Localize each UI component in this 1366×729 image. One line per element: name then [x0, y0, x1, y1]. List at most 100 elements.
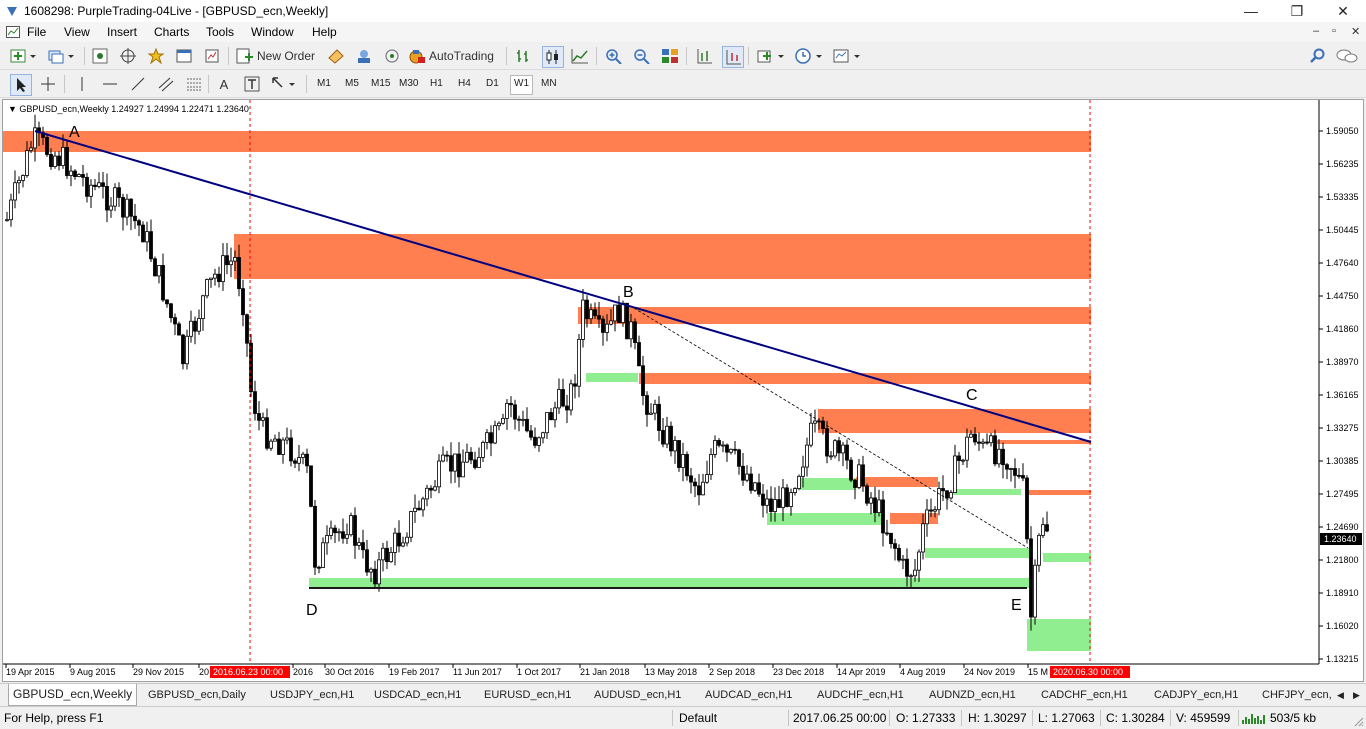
cursor-arrow-icon: [17, 78, 26, 92]
chart-window[interactable]: A B C D E ▼ GBPUSD_ecn,Weekly 1.24927 1.…: [2, 99, 1364, 682]
bar-chart-button[interactable]: [514, 46, 534, 66]
time-label: 15 M: [1028, 667, 1048, 677]
chart-shift-button[interactable]: [694, 46, 714, 66]
tile-windows-icon: [662, 49, 678, 63]
candlestick-button[interactable]: [542, 46, 564, 68]
demand-zone-15[interactable]: [309, 578, 1031, 588]
candle-body: [437, 460, 441, 488]
timeframe-m1[interactable]: M1: [314, 75, 334, 93]
supply-zone-5[interactable]: [997, 440, 1091, 444]
tab-eurusd-h1[interactable]: EURUSD_ecn,H1: [480, 686, 575, 704]
arrows-button[interactable]: [270, 74, 300, 94]
indicators-button[interactable]: [756, 46, 788, 66]
market-watch-button[interactable]: [90, 46, 110, 66]
zoom-out-button[interactable]: [632, 46, 652, 66]
equidistant-channel-button[interactable]: [156, 74, 176, 94]
crosshair-button[interactable]: [38, 74, 58, 94]
search-button[interactable]: [1308, 46, 1328, 66]
strategy-tester-button[interactable]: [202, 46, 222, 66]
tab-audcad-h1[interactable]: AUDCAD_ecn,H1: [701, 686, 796, 704]
tab-scroll-right-button[interactable]: ▶: [1349, 686, 1364, 704]
tab-usdcad-h1[interactable]: USDCAD_ecn,H1: [370, 686, 465, 704]
demand-zone-9[interactable]: [586, 373, 638, 382]
tab-audchf-h1[interactable]: AUDCHF_ecn,H1: [813, 686, 908, 704]
minimize-button[interactable]: —: [1228, 0, 1274, 22]
tab-cadchf-h1[interactable]: CADCHF_ecn,H1: [1037, 686, 1132, 704]
tab-chfjpy-h1[interactable]: CHFJPY_ecn,: [1258, 686, 1336, 704]
signals-button[interactable]: [354, 46, 374, 66]
resize-grip-icon[interactable]: [1352, 715, 1364, 727]
new-chart-button[interactable]: [8, 46, 40, 66]
mdi-close-button[interactable]: ✕: [1351, 25, 1360, 38]
autotrading-button[interactable]: AutoTrading: [408, 46, 500, 66]
candle-body: [745, 473, 749, 481]
timeframe-h1[interactable]: H1: [427, 75, 446, 93]
timeframe-m30[interactable]: M30: [396, 75, 421, 93]
candle-body: [365, 549, 369, 573]
supply-zone-1[interactable]: [234, 234, 1091, 279]
supply-zone-2[interactable]: [578, 307, 1091, 324]
tab-gbpusd-weekly[interactable]: GBPUSD_ecn,Weekly: [8, 684, 138, 706]
data-window-button[interactable]: [118, 46, 138, 66]
periods-button[interactable]: [794, 46, 826, 66]
demand-zone-11[interactable]: [767, 513, 883, 525]
maximize-button[interactable]: ❐: [1274, 0, 1320, 22]
timeframe-m15[interactable]: M15: [368, 75, 393, 93]
price-label: 1.47640: [1326, 258, 1359, 268]
demand-zone-12[interactable]: [953, 489, 1021, 495]
mdi-restore-button[interactable]: ▫: [1332, 25, 1336, 37]
tab-gbpusd-daily[interactable]: GBPUSD_ecn,Daily: [144, 686, 250, 704]
terminal-button[interactable]: [174, 46, 194, 66]
timeframe-d1[interactable]: D1: [483, 75, 502, 93]
horizontal-line-button[interactable]: [100, 74, 120, 94]
autoscroll-button[interactable]: [722, 46, 744, 68]
menu-help[interactable]: Help: [312, 25, 337, 39]
menu-window[interactable]: Window: [251, 25, 294, 39]
new-order-button[interactable]: New Order: [236, 46, 318, 66]
trendline-button[interactable]: [128, 74, 148, 94]
timeframe-mn[interactable]: MN: [538, 75, 560, 93]
demand-zone-13[interactable]: [925, 548, 1029, 558]
price-label: 1.41860: [1326, 324, 1359, 334]
candle-body: [133, 215, 137, 222]
text-label-button[interactable]: [242, 74, 262, 94]
demand-zone-14[interactable]: [1043, 553, 1091, 562]
text-button[interactable]: A: [214, 74, 234, 94]
supply-zone-0[interactable]: [3, 131, 1091, 152]
tab-usdjpy-h1[interactable]: USDJPY_ecn,H1: [266, 686, 358, 704]
templates-button[interactable]: [832, 46, 864, 66]
tab-audnzd-h1[interactable]: AUDNZD_ecn,H1: [925, 686, 1020, 704]
timeframe-w1[interactable]: W1: [510, 75, 533, 95]
menu-charts[interactable]: Charts: [154, 25, 189, 39]
tab-scroll-left-button[interactable]: ◀: [1333, 686, 1348, 704]
supply-zone-8[interactable]: [1027, 490, 1091, 495]
fibonacci-button[interactable]: [184, 74, 204, 94]
line-chart-button[interactable]: [570, 46, 590, 66]
chat-button[interactable]: [1336, 46, 1358, 66]
price-chart[interactable]: A B C D E ▼ GBPUSD_ecn,Weekly 1.24927 1.…: [3, 100, 1363, 681]
tab-audusd-h1[interactable]: AUDUSD_ecn,H1: [590, 686, 685, 704]
candle-body: [577, 339, 581, 387]
close-button[interactable]: ✕: [1320, 0, 1366, 22]
menu-insert[interactable]: Insert: [107, 25, 137, 39]
market-button[interactable]: [382, 46, 402, 66]
metaeditor-button[interactable]: [326, 46, 346, 66]
profiles-button[interactable]: [46, 46, 78, 66]
navigator-button[interactable]: [146, 46, 166, 66]
menu-view[interactable]: View: [64, 25, 90, 39]
vertical-line-button[interactable]: [72, 74, 92, 94]
candle-body: [53, 155, 57, 167]
timeframe-m5[interactable]: M5: [342, 75, 362, 93]
demand-zone-16[interactable]: [1027, 619, 1091, 651]
tile-windows-button[interactable]: [660, 46, 680, 66]
demand-zone-10[interactable]: [800, 478, 856, 490]
price-axis[interactable]: 1.59050 1.56235 1.53335 1.50445 1.47640 1.447…: [1319, 126, 1359, 664]
timeframe-h4[interactable]: H4: [455, 75, 474, 93]
zoom-in-button[interactable]: [604, 46, 624, 66]
mdi-minimize-button[interactable]: –: [1313, 25, 1319, 37]
menu-file[interactable]: File: [27, 25, 46, 39]
tab-cadjpy-h1[interactable]: CADJPY_ecn,H1: [1150, 686, 1242, 704]
time-axis[interactable]: 19 Apr 2015 9 Aug 2015 29 Nov 2015 20 2016 30…: [5, 664, 1048, 677]
menu-tools[interactable]: Tools: [206, 25, 234, 39]
cursor-button[interactable]: [10, 74, 32, 96]
